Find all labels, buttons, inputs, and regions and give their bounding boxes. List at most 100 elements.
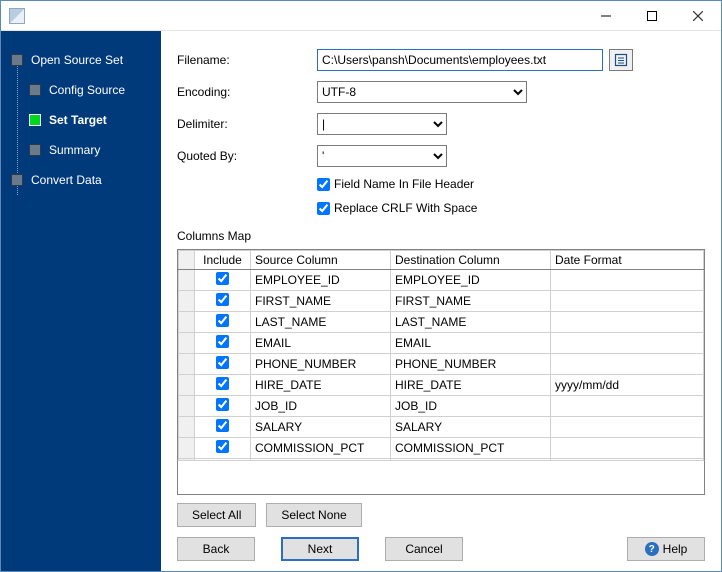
row-header[interactable] (179, 291, 195, 312)
help-button[interactable]: ? Help (627, 537, 705, 561)
browse-button[interactable] (609, 49, 633, 71)
sidebar-step-config-source[interactable]: Config Source (1, 75, 161, 105)
cell-dest[interactable]: FIRST_NAME (391, 291, 551, 312)
cell-datefmt[interactable]: yyyy/mm/dd (551, 375, 704, 396)
sidebar-step-convert-data[interactable]: Convert Data (1, 165, 161, 195)
next-button[interactable]: Next (281, 537, 359, 561)
back-button[interactable]: Back (177, 537, 255, 561)
cell-include[interactable] (195, 333, 251, 354)
header-checkbox[interactable] (317, 178, 330, 191)
filename-input[interactable] (317, 49, 603, 71)
cell-source[interactable]: HIRE_DATE (251, 375, 391, 396)
step-label: Summary (49, 143, 100, 157)
col-header-include[interactable]: Include (195, 251, 251, 270)
select-all-button[interactable]: Select All (177, 503, 256, 527)
columns-table[interactable]: Include Source Column Destination Column… (177, 249, 705, 460)
col-header-source[interactable]: Source Column (251, 251, 391, 270)
cell-datefmt[interactable] (551, 396, 704, 417)
cell-datefmt[interactable] (551, 291, 704, 312)
cell-dest[interactable]: LAST_NAME (391, 312, 551, 333)
row-header[interactable] (179, 375, 195, 396)
cell-include[interactable] (195, 375, 251, 396)
sidebar-step-set-target[interactable]: Set Target (1, 105, 161, 135)
cell-dest[interactable]: SALARY (391, 417, 551, 438)
col-header-datefmt[interactable]: Date Format (551, 251, 704, 270)
table-row[interactable]: EMPLOYEE_IDEMPLOYEE_ID (179, 270, 704, 291)
include-checkbox[interactable] (216, 335, 229, 348)
include-checkbox[interactable] (216, 440, 229, 453)
cell-datefmt[interactable] (551, 270, 704, 291)
quoted-select[interactable]: ' (317, 145, 447, 167)
encoding-label: Encoding: (177, 85, 317, 99)
minimize-button[interactable] (583, 1, 629, 31)
maximize-button[interactable] (629, 1, 675, 31)
table-row[interactable]: PHONE_NUMBERPHONE_NUMBER (179, 354, 704, 375)
cell-include[interactable] (195, 354, 251, 375)
help-button-label: Help (663, 542, 688, 556)
row-header[interactable] (179, 396, 195, 417)
row-header[interactable] (179, 270, 195, 291)
encoding-select[interactable]: UTF-8 (317, 81, 527, 103)
row-header[interactable] (179, 354, 195, 375)
cell-source[interactable]: PHONE_NUMBER (251, 354, 391, 375)
include-checkbox[interactable] (216, 356, 229, 369)
sidebar-step-open-source-set[interactable]: Open Source Set (1, 45, 161, 75)
row-header[interactable] (179, 333, 195, 354)
include-checkbox[interactable] (216, 314, 229, 327)
titlebar (1, 1, 721, 31)
header-checkbox-label[interactable]: Field Name In File Header (334, 177, 474, 191)
wizard-sidebar: Open Source Set Config Source Set Target Su… (1, 31, 161, 571)
cell-source[interactable]: JOB_ID (251, 396, 391, 417)
cell-dest[interactable]: JOB_ID (391, 396, 551, 417)
table-row[interactable]: FIRST_NAMEFIRST_NAME (179, 291, 704, 312)
crlf-checkbox[interactable] (317, 202, 330, 215)
crlf-checkbox-label[interactable]: Replace CRLF With Space (334, 201, 477, 215)
cell-include[interactable] (195, 417, 251, 438)
delimiter-select[interactable]: | (317, 113, 447, 135)
table-row[interactable]: JOB_IDJOB_ID (179, 396, 704, 417)
cell-datefmt[interactable] (551, 417, 704, 438)
cell-datefmt[interactable] (551, 438, 704, 459)
cell-datefmt[interactable] (551, 354, 704, 375)
table-row[interactable]: EMAILEMAIL (179, 333, 704, 354)
include-checkbox[interactable] (216, 293, 229, 306)
cell-datefmt[interactable] (551, 312, 704, 333)
select-none-button[interactable]: Select None (266, 503, 361, 527)
close-button[interactable] (675, 1, 721, 31)
cell-include[interactable] (195, 312, 251, 333)
cell-dest[interactable]: HIRE_DATE (391, 375, 551, 396)
cell-dest[interactable]: PHONE_NUMBER (391, 354, 551, 375)
cell-source[interactable]: SALARY (251, 417, 391, 438)
table-row[interactable]: HIRE_DATEHIRE_DATEyyyy/mm/dd (179, 375, 704, 396)
include-checkbox[interactable] (216, 419, 229, 432)
include-checkbox[interactable] (216, 272, 229, 285)
col-header-dest[interactable]: Destination Column (391, 251, 551, 270)
cell-source[interactable]: EMPLOYEE_ID (251, 270, 391, 291)
cell-dest[interactable]: EMPLOYEE_ID (391, 270, 551, 291)
step-label: Config Source (49, 83, 125, 97)
cell-include[interactable] (195, 438, 251, 459)
cell-include[interactable] (195, 270, 251, 291)
row-header[interactable] (179, 438, 195, 459)
include-checkbox[interactable] (216, 398, 229, 411)
row-header[interactable] (179, 312, 195, 333)
filename-label: Filename: (177, 53, 317, 67)
sidebar-step-summary[interactable]: Summary (1, 135, 161, 165)
cell-source[interactable]: EMAIL (251, 333, 391, 354)
cell-source[interactable]: FIRST_NAME (251, 291, 391, 312)
wizard-main: Filename: Encoding: UT (161, 31, 721, 571)
include-checkbox[interactable] (216, 377, 229, 390)
cell-include[interactable] (195, 396, 251, 417)
table-row[interactable]: SALARYSALARY (179, 417, 704, 438)
cell-dest[interactable]: EMAIL (391, 333, 551, 354)
cell-include[interactable] (195, 291, 251, 312)
cell-dest[interactable]: COMMISSION_PCT (391, 438, 551, 459)
cell-datefmt[interactable] (551, 333, 704, 354)
cell-source[interactable]: LAST_NAME (251, 312, 391, 333)
step-label: Set Target (49, 113, 107, 127)
table-row[interactable]: LAST_NAMELAST_NAME (179, 312, 704, 333)
row-header[interactable] (179, 417, 195, 438)
table-row[interactable]: COMMISSION_PCTCOMMISSION_PCT (179, 438, 704, 459)
cancel-button[interactable]: Cancel (385, 537, 463, 561)
cell-source[interactable]: COMMISSION_PCT (251, 438, 391, 459)
